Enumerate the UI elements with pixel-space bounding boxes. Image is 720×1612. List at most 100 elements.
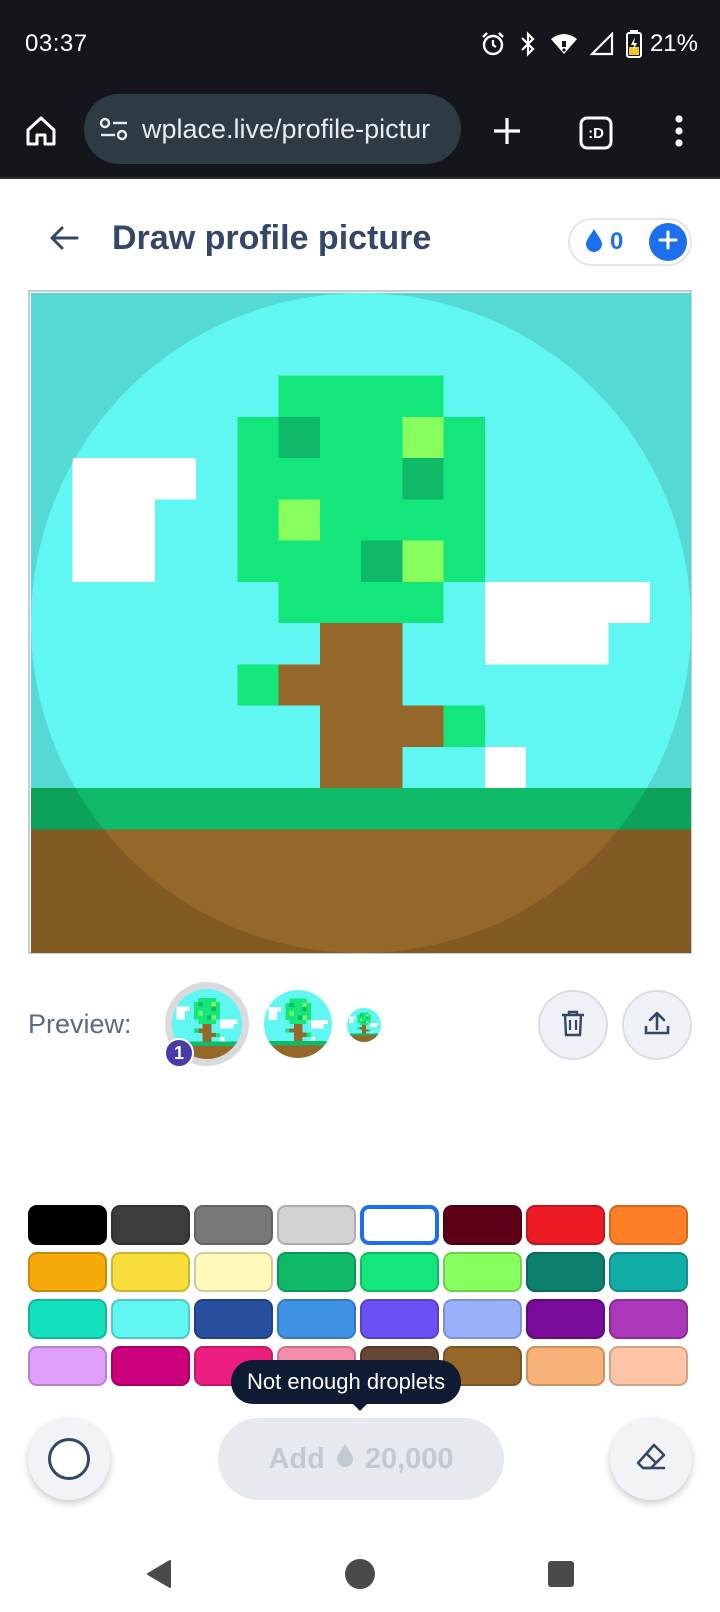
pixel-block xyxy=(370,1022,379,1025)
color-swatch[interactable] xyxy=(111,1299,190,1339)
preview-medium xyxy=(264,990,332,1058)
nav-home-icon[interactable] xyxy=(342,1556,378,1592)
color-swatch[interactable] xyxy=(526,1299,605,1339)
nav-recents-icon[interactable] xyxy=(543,1556,579,1592)
pixel-block xyxy=(347,1035,381,1042)
pixel-block xyxy=(289,998,307,1003)
color-swatch[interactable] xyxy=(28,1346,107,1386)
color-swatch[interactable] xyxy=(609,1252,688,1292)
pixel-block xyxy=(357,1027,360,1030)
pixel-block xyxy=(176,1006,190,1011)
color-swatch[interactable] xyxy=(111,1252,190,1292)
status-bar: 03:37 21% xyxy=(0,0,720,88)
app-root: 03:37 21% wplace.live/profile-pictur:D … xyxy=(0,0,720,1612)
pixel-block xyxy=(31,788,691,830)
color-swatch[interactable] xyxy=(609,1205,688,1245)
browser-toolbar: wplace.live/profile-pictur :D xyxy=(0,88,720,179)
color-swatch[interactable] xyxy=(526,1252,605,1292)
color-swatch[interactable] xyxy=(443,1299,522,1339)
eraser-button[interactable] xyxy=(610,1418,692,1500)
droplet-icon xyxy=(584,227,604,258)
arrow-left-icon xyxy=(49,225,79,256)
color-swatch[interactable] xyxy=(526,1205,605,1245)
pixel-block xyxy=(302,1032,307,1037)
color-swatch[interactable] xyxy=(28,1205,107,1245)
new-tab-button[interactable] xyxy=(482,108,532,158)
current-color-button[interactable] xyxy=(28,1418,110,1500)
color-swatch[interactable] xyxy=(194,1205,273,1245)
pixel-block xyxy=(176,1010,186,1020)
pixel-block xyxy=(349,1018,354,1023)
pixel-block xyxy=(402,458,444,500)
pixel-block xyxy=(198,1002,203,1007)
back-button[interactable] xyxy=(42,218,86,262)
pixel-block xyxy=(402,540,444,582)
color-swatch[interactable] xyxy=(360,1205,439,1245)
pixel-block xyxy=(319,623,403,788)
color-swatch[interactable] xyxy=(360,1252,439,1292)
pixel-block xyxy=(302,1002,307,1007)
alarm-icon xyxy=(480,31,506,57)
color-swatch[interactable] xyxy=(609,1346,688,1386)
pixel-block xyxy=(298,1015,303,1020)
color-swatch[interactable] xyxy=(609,1299,688,1339)
color-swatch[interactable] xyxy=(28,1252,107,1292)
droplet-icon xyxy=(335,1442,355,1476)
tab-switcher-button[interactable]: :D xyxy=(571,108,621,158)
pixel-block xyxy=(237,664,279,706)
more-menu-button[interactable] xyxy=(654,108,704,158)
color-swatch[interactable] xyxy=(526,1346,605,1386)
add-label: Add xyxy=(268,1442,325,1475)
pixel-block xyxy=(198,997,216,1003)
new-tab-icon xyxy=(491,115,523,152)
pixel-block xyxy=(293,1024,303,1041)
pixel-block xyxy=(347,1033,381,1036)
droplet-balance[interactable]: 0 xyxy=(568,218,692,266)
pixel-block xyxy=(198,1028,203,1033)
url-text: wplace.live/profile-pictur xyxy=(142,113,431,144)
tab-switcher-icon: :D xyxy=(579,116,613,150)
droplet-count: 0 xyxy=(610,228,624,255)
pixel-block xyxy=(289,1019,307,1024)
pixel-block xyxy=(198,1010,203,1016)
pixel-art[interactable] xyxy=(31,293,691,953)
color-swatch[interactable] xyxy=(443,1252,522,1292)
pixel-block xyxy=(278,375,444,417)
drawing-canvas[interactable] xyxy=(28,290,692,954)
pixel-block xyxy=(361,540,403,582)
site-settings-icon[interactable] xyxy=(98,113,130,145)
delete-button[interactable] xyxy=(538,990,608,1060)
pixel-block xyxy=(289,1002,294,1007)
color-swatch[interactable] xyxy=(277,1299,356,1339)
url-bar[interactable]: wplace.live/profile-pictur xyxy=(84,94,461,164)
add-droplets-button[interactable] xyxy=(649,223,687,261)
pixel-block xyxy=(198,1019,216,1024)
color-swatch[interactable] xyxy=(277,1252,356,1292)
bluetooth-icon xyxy=(518,31,538,57)
color-swatch[interactable] xyxy=(360,1299,439,1339)
wifi-icon xyxy=(550,32,578,56)
pixel-block xyxy=(359,1022,369,1025)
pixel-block xyxy=(484,623,609,665)
pixel-block xyxy=(370,1031,373,1034)
eraser-icon xyxy=(634,1442,668,1477)
home-button[interactable] xyxy=(16,108,66,158)
current-color-swatch xyxy=(48,1438,90,1480)
color-swatch[interactable] xyxy=(194,1252,273,1292)
add-button[interactable]: Add 20,000 xyxy=(218,1418,504,1500)
color-swatch[interactable] xyxy=(277,1205,356,1245)
color-swatch[interactable] xyxy=(194,1299,273,1339)
color-swatch[interactable] xyxy=(443,1205,522,1245)
nav-back-icon[interactable] xyxy=(142,1556,178,1592)
upload-button[interactable] xyxy=(622,990,692,1060)
color-swatch[interactable] xyxy=(28,1299,107,1339)
pixel-block xyxy=(359,1018,362,1021)
battery-icon xyxy=(625,30,642,58)
battery-percent: 21% xyxy=(649,30,698,57)
color-swatch[interactable] xyxy=(111,1346,190,1386)
pixel-block xyxy=(278,664,320,706)
pixel-block xyxy=(220,1024,234,1029)
pixel-block xyxy=(211,1002,216,1007)
color-swatch[interactable] xyxy=(111,1205,190,1245)
pixel-block xyxy=(359,1012,369,1015)
